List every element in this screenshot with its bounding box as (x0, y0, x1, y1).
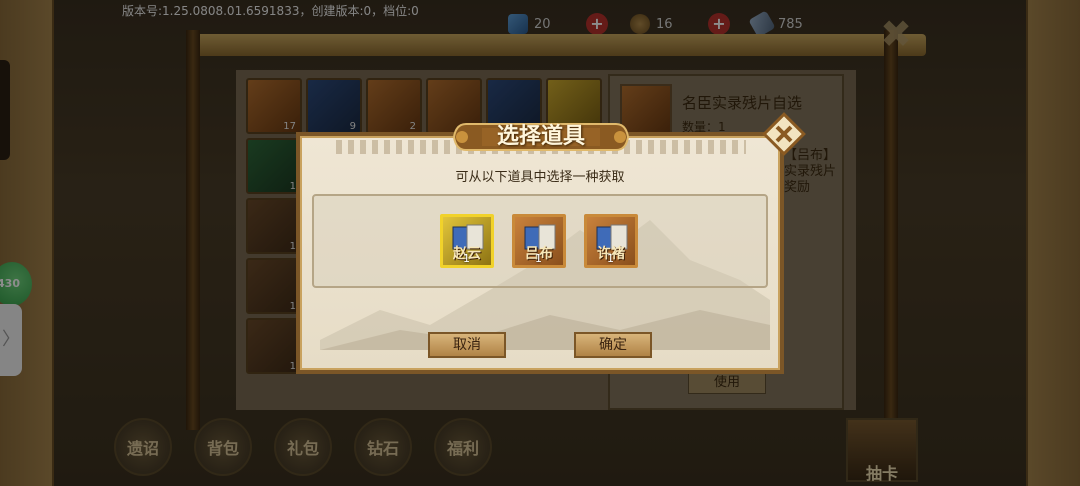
option-xuchu[interactable]: 许褚 1 (584, 214, 638, 268)
confirm-button[interactable]: 确定 (574, 332, 652, 358)
modal-instruction: 可从以下道具中选择一种获取 (455, 170, 625, 185)
option-zhaoyun[interactable]: 赵云 1 (440, 214, 494, 268)
option-qty: 1 (535, 252, 542, 265)
option-qty: 1 (607, 252, 614, 265)
option-lvbu[interactable]: 吕布 1 (512, 214, 566, 268)
close-icon[interactable] (762, 112, 806, 156)
option-qty: 1 (463, 252, 470, 265)
cancel-button[interactable]: 取消 (428, 332, 506, 358)
modal-title: 选择道具 (496, 124, 585, 149)
